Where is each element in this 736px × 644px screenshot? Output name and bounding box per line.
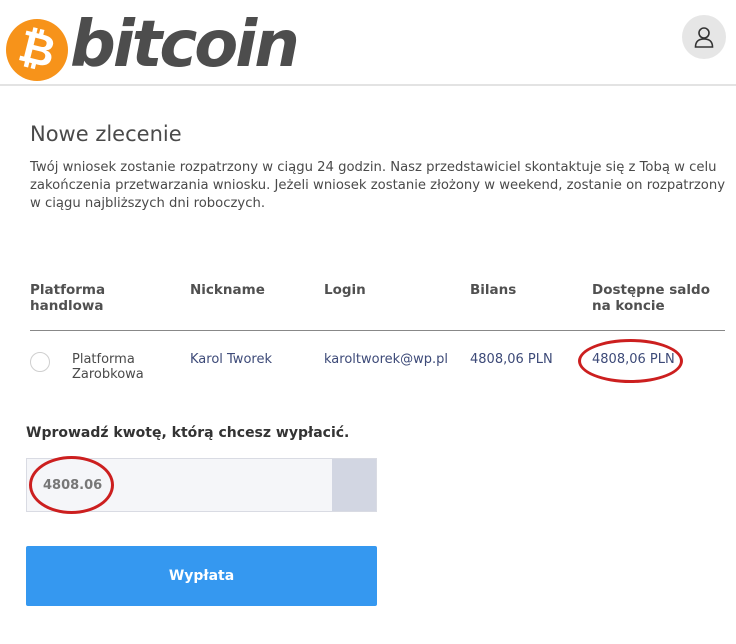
intro-text: Twój wniosek zostanie rozpatrzony w ciąg… — [30, 160, 726, 211]
column-header-balance: Bilans — [470, 282, 517, 298]
account-radio[interactable] — [30, 352, 50, 372]
column-header-nickname: Nickname — [190, 282, 265, 298]
page-title: Nowe zlecenie — [30, 122, 182, 146]
cell-nickname: Karol Tworek — [190, 352, 272, 367]
header: ₿ bitcoin — [0, 0, 736, 86]
column-header-login: Login — [324, 282, 366, 298]
column-header-available: Dostępne saldo na koncie — [592, 282, 710, 314]
amount-label: Wprowadź kwotę, którą chcesz wypłacić. — [26, 425, 350, 441]
highlight-ellipse-available — [578, 339, 683, 383]
cell-platform: Platforma Zarobkowa — [72, 352, 144, 382]
user-icon — [694, 27, 714, 48]
logo-wordmark: bitcoin — [70, 8, 300, 82]
highlight-ellipse-amount — [29, 456, 114, 514]
withdraw-button[interactable]: Wypłata — [26, 546, 377, 606]
cell-balance: 4808,06 PLN — [470, 352, 553, 367]
cell-login: karoltworek@wp.pl — [324, 352, 449, 367]
column-header-platform: Platforma handlowa — [30, 282, 106, 314]
amount-addon — [332, 459, 376, 511]
table-header-divider — [30, 330, 725, 331]
bitcoin-coin-icon: ₿ — [6, 19, 68, 81]
bitcoin-symbol: ₿ — [13, 20, 61, 79]
user-menu-button[interactable] — [682, 15, 726, 59]
